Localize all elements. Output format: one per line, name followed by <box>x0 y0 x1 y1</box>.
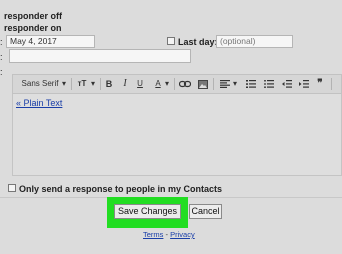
font-size-icon[interactable]: тT <box>75 78 89 90</box>
only-contacts-checkbox[interactable] <box>8 184 16 192</box>
responder-on-option[interactable]: responder on <box>4 23 62 33</box>
increase-indent-icon[interactable] <box>298 78 310 90</box>
text-color-arrow-icon[interactable]: ▾ <box>163 78 171 90</box>
formatting-toolbar: Sans Serif ▾ тT ▾ B I U A ▾ ▾ ❞ <box>12 74 342 94</box>
responder-off-option[interactable]: responder off <box>4 11 62 21</box>
toolbar-divider <box>213 78 214 90</box>
toolbar-divider <box>331 78 332 90</box>
numbered-list-icon[interactable] <box>245 78 257 90</box>
first-day-colon: : <box>0 37 3 47</box>
save-changes-button[interactable]: Save Changes <box>114 204 181 219</box>
terms-link[interactable]: Terms <box>143 230 163 239</box>
privacy-link[interactable]: Privacy <box>170 230 195 239</box>
cancel-button[interactable]: Cancel <box>189 204 222 219</box>
footer-separator: - <box>165 230 169 239</box>
last-day-label: Last day: <box>178 37 218 47</box>
font-family-arrow-icon[interactable]: ▾ <box>60 78 68 90</box>
toolbar-divider <box>174 78 175 90</box>
italic-button[interactable]: I <box>119 78 131 90</box>
first-day-input[interactable]: May 4, 2017 <box>6 35 95 48</box>
toolbar-divider <box>100 78 101 90</box>
insert-link-icon[interactable] <box>178 78 192 90</box>
insert-image-icon[interactable] <box>197 78 209 90</box>
message-body[interactable] <box>16 110 338 172</box>
toolbar-divider <box>71 78 72 90</box>
plain-text-link[interactable]: « Plain Text <box>16 98 62 108</box>
bulleted-list-icon[interactable] <box>263 78 275 90</box>
last-day-checkbox[interactable] <box>167 37 175 45</box>
toolbar-left-mark: : <box>0 67 3 77</box>
bold-button[interactable]: B <box>103 78 115 90</box>
decrease-indent-icon[interactable] <box>281 78 293 90</box>
align-icon[interactable] <box>219 78 231 90</box>
subject-colon: : <box>0 52 3 62</box>
font-family-select[interactable]: Sans Serif <box>19 78 61 90</box>
quote-button[interactable]: ❞ <box>314 78 326 90</box>
only-contacts-label: Only send a response to people in my Con… <box>19 184 223 194</box>
last-day-input[interactable]: (optional) <box>216 35 293 48</box>
message-editor[interactable]: « Plain Text <box>12 94 342 176</box>
subject-input[interactable] <box>9 49 191 63</box>
font-size-arrow-icon[interactable]: ▾ <box>89 78 97 90</box>
underline-button[interactable]: U <box>134 78 146 90</box>
align-arrow-icon[interactable]: ▾ <box>231 78 239 90</box>
footer-links: Terms - Privacy <box>143 230 195 239</box>
